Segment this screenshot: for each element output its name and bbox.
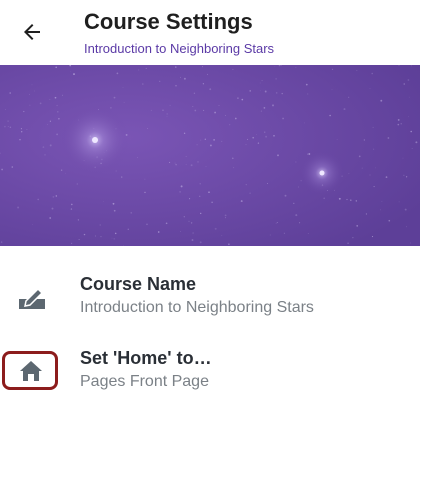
edit-icon <box>12 278 52 318</box>
course-settings-screen: Course Settings Introduction to Neighbor… <box>0 0 440 493</box>
setting-row-home[interactable]: Set 'Home' to… Pages Front Page <box>0 346 440 402</box>
setting-title: Set 'Home' to… <box>80 348 212 368</box>
setting-row-course-name[interactable]: Course Name Introduction to Neighboring … <box>0 272 440 328</box>
page-subtitle: Introduction to Neighboring Stars <box>84 41 275 56</box>
setting-value: Pages Front Page <box>80 373 209 390</box>
back-button[interactable] <box>10 12 54 52</box>
course-banner-image <box>0 65 420 246</box>
arrow-left-icon <box>24 24 40 40</box>
setting-title: Course Name <box>80 274 197 294</box>
setting-value: Introduction to Neighboring Stars <box>80 299 314 316</box>
page-title: Course Settings <box>84 9 253 34</box>
home-icon <box>11 351 51 391</box>
toolbar: Course Settings Introduction to Neighbor… <box>0 0 440 64</box>
